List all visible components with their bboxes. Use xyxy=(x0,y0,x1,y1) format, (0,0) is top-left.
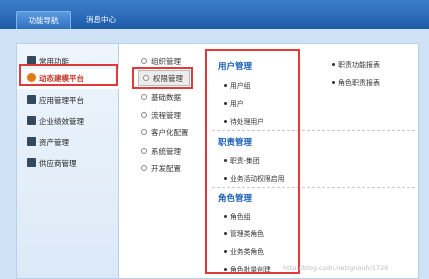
bullet-icon xyxy=(141,112,147,118)
dot-icon xyxy=(224,84,227,87)
sidebar: 常用功能 动态建模平台 应用管理平台 企业绩效管理 资产管理 供应商管理 xyxy=(16,43,120,279)
perm-label: 用户 xyxy=(230,100,244,108)
watermark-text: http://blog.csdn.net/gnouh/1726 xyxy=(283,264,389,272)
dot-icon xyxy=(224,159,227,162)
dot-icon xyxy=(332,63,335,66)
tab-message-center[interactable]: 消息中心 xyxy=(76,11,126,29)
app-icon xyxy=(27,95,36,104)
module-item-organization[interactable]: 组织管理 xyxy=(141,54,181,70)
sidebar-item-label: 应用管理平台 xyxy=(39,96,84,105)
perm-label: 角色组 xyxy=(230,213,251,221)
module-label: 系统管理 xyxy=(151,147,181,156)
asset-icon xyxy=(27,137,36,146)
module-item-system[interactable]: 系统管理 xyxy=(141,144,181,160)
perm-label: 管理类角色 xyxy=(230,230,264,238)
perm-label: 业务类角色 xyxy=(230,248,264,256)
bullet-icon xyxy=(141,58,147,64)
report-item-role-duty[interactable]: 角色职责报表 xyxy=(332,78,380,88)
dot-icon xyxy=(332,81,335,84)
module-item-development[interactable]: 开发配置 xyxy=(141,161,181,177)
divider xyxy=(212,130,415,131)
perm-label: 用户组 xyxy=(230,82,251,90)
perm-item-business-activity-permission[interactable]: 业务活动权限启用 xyxy=(224,173,284,183)
bullet-icon xyxy=(141,148,147,154)
group-title-role-management: 角色管理 xyxy=(218,194,253,204)
dot-icon xyxy=(224,250,227,253)
sidebar-item-dynamic-modeling-platform[interactable]: 动态建模平台 xyxy=(17,69,120,89)
divider xyxy=(212,187,415,188)
chart-icon xyxy=(27,116,36,125)
module-label: 开发配置 xyxy=(151,164,181,173)
sidebar-item-label: 企业绩效管理 xyxy=(39,117,84,126)
group-title-duty-management: 职责管理 xyxy=(218,138,253,148)
group-title-user-management: 用户管理 xyxy=(218,62,253,72)
monitor-icon xyxy=(27,56,36,65)
perm-item-management-role[interactable]: 管理类角色 xyxy=(224,228,264,238)
top-navigation-bar: 功能导航 消息中心 xyxy=(0,0,429,29)
sidebar-item-enterprise-performance[interactable]: 企业绩效管理 xyxy=(17,112,120,132)
perm-item-batch-create-role[interactable]: 角色批量创建 xyxy=(224,264,271,274)
module-label: 流程管理 xyxy=(151,111,181,120)
cube-icon xyxy=(27,73,36,82)
tab-function-navigation[interactable]: 功能导航 xyxy=(16,11,71,29)
module-label: 基础数据 xyxy=(151,93,181,102)
sidebar-item-label: 资产管理 xyxy=(39,138,69,147)
report-label: 角色职责报表 xyxy=(338,79,380,87)
perm-label: 业务活动权限启用 xyxy=(230,175,285,183)
supplier-icon xyxy=(27,158,36,167)
perm-item-pending-user[interactable]: 待处理用户 xyxy=(224,116,264,126)
sidebar-item-label: 常用功能 xyxy=(39,57,69,66)
report-label: 职责功能报表 xyxy=(338,61,380,69)
bullet-icon xyxy=(141,165,147,171)
sidebar-item-asset-management[interactable]: 资产管理 xyxy=(17,133,120,153)
dot-icon xyxy=(224,120,227,123)
perm-label: 角色批量创建 xyxy=(230,266,271,274)
perm-item-user[interactable]: 用户 xyxy=(224,98,244,108)
module-item-customization[interactable]: 客户化配置 xyxy=(141,125,189,141)
perm-item-business-role[interactable]: 业务类角色 xyxy=(224,246,264,256)
module-label: 客户化配置 xyxy=(151,128,189,137)
module-label: 权限管理 xyxy=(153,74,183,83)
dot-icon xyxy=(224,215,227,218)
perm-label: 职责-集团 xyxy=(230,157,260,165)
module-item-permission[interactable]: 权限管理 xyxy=(138,70,190,86)
perm-label: 待处理用户 xyxy=(230,118,264,126)
module-item-basic-data[interactable]: 基础数据 xyxy=(141,90,181,106)
perm-item-duty-group[interactable]: 职责-集团 xyxy=(224,155,260,165)
dot-icon xyxy=(224,232,227,235)
dot-icon xyxy=(224,268,227,271)
report-item-duty-function[interactable]: 职责功能报表 xyxy=(332,60,380,70)
sidebar-item-label: 供应商管理 xyxy=(39,159,77,168)
module-label: 组织管理 xyxy=(151,57,181,66)
bullet-icon xyxy=(141,94,147,100)
sidebar-item-app-management-platform[interactable]: 应用管理平台 xyxy=(17,91,120,111)
dot-icon xyxy=(224,177,227,180)
bullet-icon xyxy=(141,129,147,135)
perm-item-role-group[interactable]: 角色组 xyxy=(224,211,250,221)
sidebar-item-supplier-management[interactable]: 供应商管理 xyxy=(17,154,120,174)
sidebar-item-label: 动态建模平台 xyxy=(39,74,84,83)
dot-icon xyxy=(224,102,227,105)
perm-item-user-group[interactable]: 用户组 xyxy=(224,80,250,90)
bullet-icon xyxy=(143,75,149,81)
module-item-process[interactable]: 流程管理 xyxy=(141,108,181,124)
